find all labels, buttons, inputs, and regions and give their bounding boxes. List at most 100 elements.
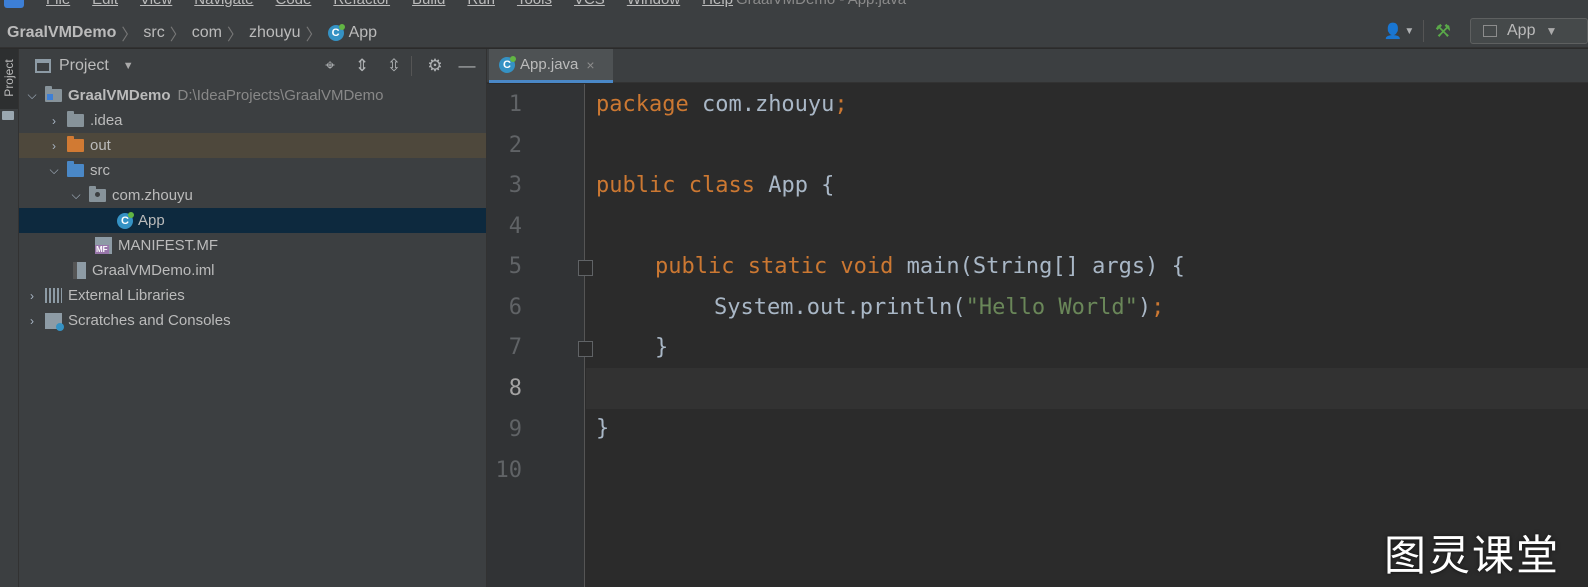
chevron-down-icon: ▼ xyxy=(1545,24,1558,38)
left-tool-stripe: Project xyxy=(0,49,19,587)
code-text: com.zhouyu xyxy=(688,92,835,117)
tree-item-src[interactable]: ⌵ src xyxy=(19,158,486,183)
breadcrumb-separator-icon: 〉 xyxy=(226,27,243,44)
project-path: D:\IdeaProjects\GraalVMDemo xyxy=(177,87,384,104)
expand-all-icon[interactable]: ⇕ xyxy=(349,55,375,77)
code-text: System.out.println( xyxy=(714,295,966,320)
breadcrumb-zhouyu[interactable]: zhouyu xyxy=(249,24,301,42)
chevron-down-icon: ▼ xyxy=(1404,25,1415,37)
excluded-folder-icon xyxy=(67,136,84,152)
menu-window[interactable]: Window xyxy=(627,0,680,8)
code-line-3[interactable]: public class App { xyxy=(596,173,834,198)
package-icon xyxy=(89,186,106,202)
folder-icon xyxy=(2,111,14,120)
breadcrumb: GraalVMDemo 〉 src 〉 com 〉 zhouyu 〉 C App xyxy=(7,21,377,45)
code-line-6[interactable]: System.out.println("Hello World"); xyxy=(714,295,1164,320)
intellij-logo-icon xyxy=(4,0,24,8)
hide-panel-icon[interactable]: — xyxy=(454,55,480,77)
line-number-gutter[interactable]: 1 2 3 4 5 6 7 8 9 10 xyxy=(487,84,593,587)
project-view-icon xyxy=(35,59,51,73)
user-icon: 👤 xyxy=(1383,23,1403,40)
collapse-all-icon[interactable]: ⇳ xyxy=(381,55,407,77)
line-number: 3 xyxy=(508,173,522,198)
breadcrumb-separator-icon: 〉 xyxy=(121,27,138,44)
watermark-text: 图灵课堂 xyxy=(1384,531,1561,580)
tree-item-label: GraalVMDemo.iml xyxy=(92,262,215,279)
run-config-icon xyxy=(1483,25,1497,37)
menu-help[interactable]: Help xyxy=(702,0,733,8)
collapsed-arrow-icon[interactable]: › xyxy=(25,314,39,328)
libraries-icon xyxy=(45,288,62,303)
user-account-button[interactable]: 👤 ▼ xyxy=(1381,19,1417,43)
tree-item-package[interactable]: ⌵ com.zhouyu xyxy=(19,183,486,208)
close-icon[interactable]: × xyxy=(586,57,594,73)
tree-item-external-libraries[interactable]: › External Libraries xyxy=(19,283,486,308)
collapsed-arrow-icon[interactable]: › xyxy=(47,114,61,128)
semicolon: ; xyxy=(834,92,848,117)
menu-navigate[interactable]: Navigate xyxy=(194,0,253,8)
menu-file[interactable]: File xyxy=(46,0,70,8)
build-button[interactable]: ⚒ xyxy=(1430,19,1456,43)
breadcrumb-separator-icon: 〉 xyxy=(305,27,322,44)
code-line-7[interactable]: } xyxy=(655,335,668,360)
breadcrumb-app[interactable]: C App xyxy=(327,24,377,42)
line-number: 4 xyxy=(508,214,522,239)
folder-icon xyxy=(67,111,84,127)
menu-view[interactable]: View xyxy=(140,0,172,8)
code-line-9[interactable]: } xyxy=(596,416,609,441)
menu-vcs[interactable]: VCS xyxy=(574,0,605,8)
project-tool-window-tab[interactable]: Project xyxy=(0,49,18,109)
tree-item-idea[interactable]: › .idea xyxy=(19,108,486,133)
breadcrumb-project[interactable]: GraalVMDemo xyxy=(7,24,116,42)
expanded-arrow-icon[interactable]: ⌵ xyxy=(47,163,61,178)
tree-item-iml[interactable]: GraalVMDemo.iml xyxy=(19,258,486,283)
tree-item-project-root[interactable]: ⌵ GraalVMDemo D:\IdeaProjects\GraalVMDem… xyxy=(19,83,486,108)
menu-code[interactable]: Code xyxy=(275,0,311,8)
tree-item-scratches[interactable]: › Scratches and Consoles xyxy=(19,308,486,333)
current-line-highlight xyxy=(586,368,1588,409)
expanded-arrow-icon[interactable]: ⌵ xyxy=(69,188,83,203)
menu-refactor[interactable]: Refactor xyxy=(333,0,390,8)
fold-marker-icon[interactable] xyxy=(578,260,593,276)
menu-run[interactable]: Run xyxy=(467,0,495,8)
tree-item-app[interactable]: C App xyxy=(19,208,486,233)
tree-item-out[interactable]: › out xyxy=(19,133,486,158)
tree-item-label: MANIFEST.MF xyxy=(118,237,218,254)
tree-item-label: out xyxy=(90,137,111,154)
collapsed-arrow-icon[interactable]: › xyxy=(47,139,61,153)
code-line-5[interactable]: public static void main(String[] args) { xyxy=(655,254,1185,279)
tree-item-label: .idea xyxy=(90,112,123,129)
line-number: 1 xyxy=(508,92,522,117)
tree-item-label: src xyxy=(90,162,110,179)
code-line-1[interactable]: package com.zhouyu; xyxy=(596,92,848,117)
menu-build[interactable]: Build xyxy=(412,0,445,8)
window-title: GraalVMDemo - App.java xyxy=(736,0,906,8)
fold-marker-icon[interactable] xyxy=(578,341,593,357)
run-configuration-selector[interactable]: App ▼ xyxy=(1470,18,1588,44)
breadcrumb-src[interactable]: src xyxy=(143,24,164,42)
tree-item-label: Scratches and Consoles xyxy=(68,312,231,329)
locate-file-icon[interactable]: ⌖ xyxy=(317,55,343,77)
manifest-file-icon: MF xyxy=(95,237,112,254)
semicolon: ; xyxy=(1151,295,1165,320)
editor-area: C App.java × 1 2 3 4 5 6 7 8 9 10 packag… xyxy=(487,49,1588,587)
project-view-selector[interactable]: Project xyxy=(59,57,109,75)
menu-edit[interactable]: Edit xyxy=(92,0,118,8)
project-tab-label: Project xyxy=(2,59,16,97)
tree-item-manifest[interactable]: MF MANIFEST.MF xyxy=(19,233,486,258)
code-text: App { xyxy=(754,173,835,198)
chevron-down-icon[interactable]: ▼ xyxy=(123,60,134,72)
hammer-icon: ⚒ xyxy=(1434,20,1452,41)
breadcrumb-com[interactable]: com xyxy=(192,24,222,42)
line-number: 2 xyxy=(508,133,522,158)
run-config-label: App xyxy=(1507,22,1536,39)
expanded-arrow-icon[interactable]: ⌵ xyxy=(25,88,39,103)
string-literal: "Hello World" xyxy=(965,295,1138,320)
line-number: 10 xyxy=(495,458,523,483)
toolbar-divider xyxy=(411,56,412,76)
menu-tools[interactable]: Tools xyxy=(517,0,552,8)
tab-app-java[interactable]: C App.java × xyxy=(489,49,613,83)
line-number: 6 xyxy=(508,295,522,320)
collapsed-arrow-icon[interactable]: › xyxy=(25,289,39,303)
gear-icon[interactable]: ⚙ xyxy=(422,55,448,77)
